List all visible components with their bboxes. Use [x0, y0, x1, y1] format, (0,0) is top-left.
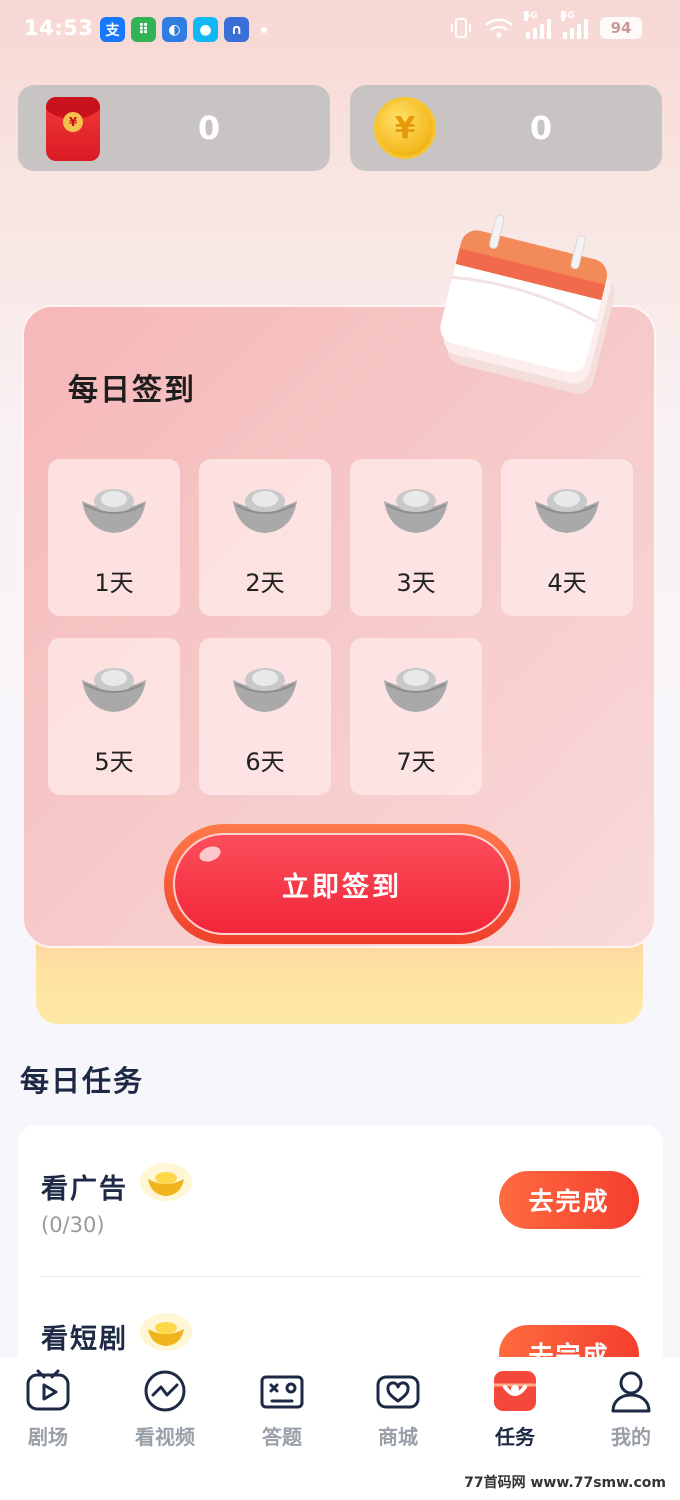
checkin-title: 每日签到: [68, 373, 196, 408]
qq-icon: ●: [193, 17, 218, 42]
battery-level: 94: [600, 17, 642, 39]
signal-icon: 5G: [524, 11, 551, 39]
checkin-day-2[interactable]: 2天: [199, 459, 331, 616]
browser-icon: ◐: [162, 17, 187, 42]
nav-item-videos[interactable]: 看视频: [115, 1367, 215, 1450]
coin-balance-card[interactable]: ¥ 0: [350, 85, 662, 171]
calendar-icon: [440, 214, 616, 394]
wifi-icon: [485, 18, 513, 38]
nav-label: 商城: [378, 1425, 418, 1449]
status-bar: 14:53 支 ⠿ ◐ ● ∩ 5G 5G 94: [0, 0, 680, 62]
checkin-button-label: 立即签到: [282, 871, 402, 903]
silver-ingot-icon: [233, 489, 297, 533]
nav-label: 剧场: [28, 1425, 68, 1449]
status-app-icons: 支 ⠿ ◐ ● ∩: [100, 17, 267, 42]
notification-dot-icon: [261, 27, 267, 33]
task-row: 看广告 (0/30) 去完成: [18, 1125, 663, 1275]
silver-ingot-icon: [233, 668, 297, 712]
nav-item-mall[interactable]: 商城: [348, 1367, 448, 1450]
checkin-day-label: 4天: [547, 569, 587, 597]
checkin-day-label: 7天: [396, 748, 436, 776]
gamepad-icon: [260, 1375, 304, 1409]
checkin-day-label: 5天: [94, 748, 134, 776]
checkin-day-label: 1天: [94, 569, 134, 597]
watermark: 77首码网 www.77smw.com: [464, 1475, 666, 1491]
nav-label: 任务: [495, 1425, 535, 1449]
nav-item-theater[interactable]: 剧场: [0, 1367, 98, 1450]
nav-item-tasks[interactable]: 任务: [465, 1367, 565, 1450]
user-icon: [611, 1371, 651, 1413]
checkin-day-label: 2天: [245, 569, 285, 597]
status-indicators: 5G 5G 94: [450, 11, 642, 40]
checkin-day-6[interactable]: 6天: [199, 638, 331, 795]
status-time: 14:53: [24, 16, 94, 40]
play-screen-icon: [26, 1369, 70, 1411]
nav-label: 答题: [262, 1425, 302, 1449]
nav-item-profile[interactable]: 我的: [581, 1367, 680, 1450]
silver-ingot-icon: [82, 668, 146, 712]
daily-checkin-card: 每日签到 1天 2天 3天 4天 5天 6天 7天 立即签到: [22, 305, 656, 948]
task-name: 看短剧: [41, 1324, 128, 1355]
vibrate-icon: [451, 18, 471, 38]
alipay-icon: 支: [100, 17, 125, 42]
silver-ingot-icon: [384, 489, 448, 533]
checkin-day-5[interactable]: 5天: [48, 638, 180, 795]
daily-tasks-title: 每日任务: [20, 1064, 145, 1098]
task-progress: (0/30): [41, 1213, 105, 1237]
gold-ingot-icon: [140, 1313, 192, 1351]
vpn-icon: ∩: [224, 17, 249, 42]
trend-circle-icon: [144, 1370, 186, 1412]
nav-label: 我的: [611, 1425, 651, 1449]
wechat-mini-icon: ⠿: [131, 17, 156, 42]
checkin-day-3[interactable]: 3天: [350, 459, 482, 616]
task-name: 看广告: [41, 1174, 128, 1205]
nav-item-quiz[interactable]: 答题: [232, 1367, 332, 1450]
checkin-now-button[interactable]: 立即签到: [173, 833, 511, 935]
checkin-button-ring: 立即签到: [164, 824, 520, 944]
bottom-nav: 剧场 看视频 答题 商城 任务 我的 77首码网 www.77smw.com: [0, 1357, 680, 1500]
silver-ingot-icon: [82, 489, 146, 533]
checkin-day-4[interactable]: 4天: [501, 459, 633, 616]
checkin-day-7[interactable]: 7天: [350, 638, 482, 795]
red-packet-balance-card[interactable]: ¥ 0: [18, 85, 330, 171]
coin-balance: 0: [529, 109, 553, 147]
checkin-day-1[interactable]: 1天: [48, 459, 180, 616]
gold-ingot-icon: [140, 1163, 192, 1201]
silver-ingot-icon: [535, 489, 599, 533]
checkin-day-label: 6天: [245, 748, 285, 776]
signal-icon: 5G: [561, 11, 588, 39]
go-complete-button[interactable]: 去完成: [499, 1171, 639, 1229]
checkin-day-label: 3天: [396, 569, 436, 597]
tasks-icon: [494, 1371, 536, 1411]
heart-box-icon: [376, 1375, 420, 1409]
task-list: 看广告 (0/30) 去完成 看短剧 去完成: [18, 1125, 663, 1385]
silver-ingot-icon: [384, 668, 448, 712]
red-packet-balance: 0: [197, 109, 221, 147]
nav-label: 看视频: [135, 1425, 195, 1449]
